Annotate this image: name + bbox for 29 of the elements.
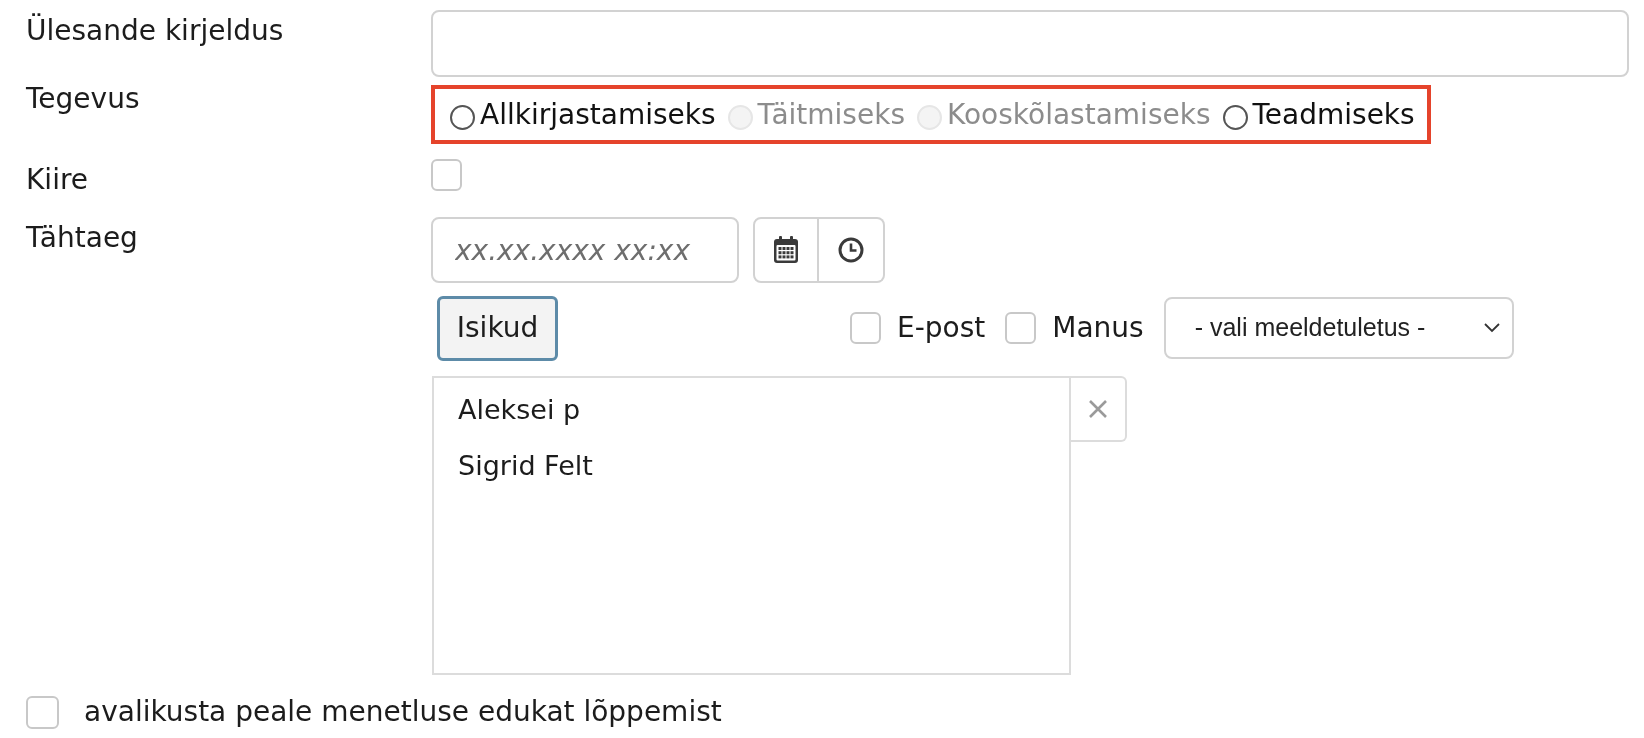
checkbox[interactable] [850, 312, 881, 344]
clock-icon [838, 237, 864, 263]
field-label: Ülesande kirjeldus [26, 13, 284, 49]
calendar-button[interactable] [753, 217, 819, 283]
checkbox-label: Manus [1052, 310, 1144, 346]
radio-button[interactable] [450, 104, 475, 130]
remove-button[interactable] [1071, 376, 1127, 442]
radio-label: Teadmiseks [1252, 96, 1415, 133]
persons-button[interactable]: Isikud [437, 295, 558, 361]
field-label: Tegevus [26, 81, 140, 117]
radio-label: Kooskõlastamiseks [947, 96, 1211, 133]
field-label: Tähtaeg [26, 220, 138, 256]
radio-label: Allkirjastamiseks [480, 96, 716, 133]
checkbox[interactable] [1005, 312, 1037, 344]
checkbox[interactable] [431, 159, 462, 191]
radio-button[interactable] [1222, 104, 1248, 130]
radio-label: Täitmiseks [757, 96, 905, 133]
checkbox[interactable] [26, 695, 59, 729]
clock-button[interactable] [819, 217, 885, 283]
field-label: Kiire [26, 162, 89, 198]
persons-list[interactable]: Aleksei p Sigrid Felt [432, 376, 1071, 675]
date-time-field[interactable]: xx.xx.xxxx xx:xx [431, 217, 739, 283]
description-field[interactable] [431, 10, 1629, 77]
checkbox-label: avalikusta peale menetluse edukat lõppemist [84, 694, 722, 730]
checkbox-label: E-post [897, 310, 986, 346]
close-icon [1088, 399, 1108, 419]
calendar-icon [773, 236, 799, 264]
chevron-down-icon [1483, 323, 1500, 333]
reminder-select[interactable]: - vali meeldetuletus - [1163, 297, 1514, 359]
